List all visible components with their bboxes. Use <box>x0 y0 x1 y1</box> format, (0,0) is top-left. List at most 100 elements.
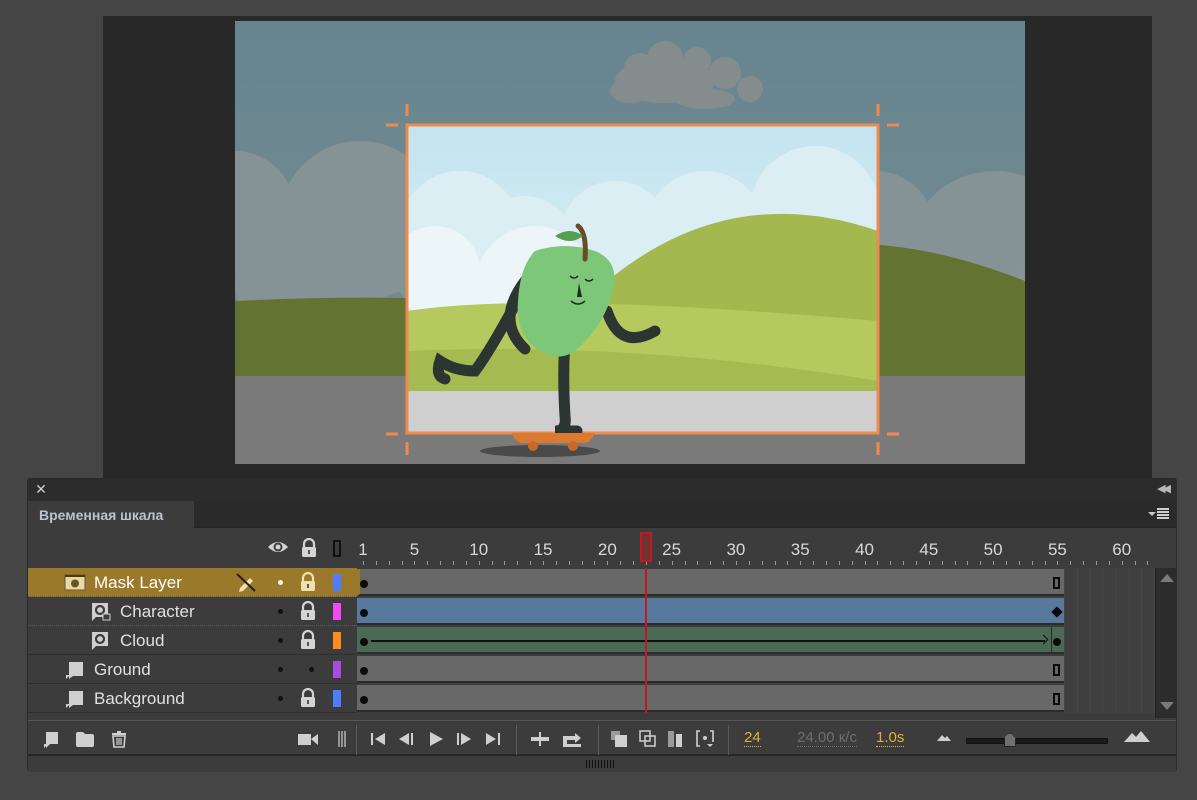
ruler-tick <box>633 561 635 565</box>
layer-color-swatch[interactable] <box>333 690 341 707</box>
onion-skin-outlines-button[interactable] <box>639 730 657 748</box>
ruler-tick <box>710 561 712 565</box>
visibility-toggle[interactable] <box>278 580 283 585</box>
zoom-in-button[interactable] <box>1123 729 1151 747</box>
layer-row[interactable]: Cloud <box>28 626 357 655</box>
end-frame-marker[interactable] <box>1053 693 1061 705</box>
timeline-toolbar: 24 24.00 к/с 1.0s <box>28 720 1176 756</box>
trash-icon <box>112 731 126 748</box>
lock-toggle[interactable] <box>309 667 314 672</box>
layer-depth-button[interactable] <box>337 730 347 748</box>
visibility-toggle[interactable] <box>278 667 283 672</box>
lock-icon[interactable] <box>299 687 317 708</box>
frame-row[interactable] <box>357 655 1155 684</box>
layer-color-swatch[interactable] <box>333 603 341 620</box>
layer-name[interactable]: Mask Layer <box>94 573 182 593</box>
layer-name[interactable]: Character <box>120 602 195 622</box>
animate-workspace: ✕ ◀◀ Временная шкала 1 5 10 15 20 25 30 35 4 <box>0 0 1197 800</box>
new-folder-button[interactable] <box>75 730 95 748</box>
playhead-handle[interactable] <box>639 532 652 562</box>
mountain-small-icon <box>937 735 951 741</box>
go-to-first-frame-button[interactable] <box>369 730 387 748</box>
resize-grip-icon[interactable] <box>586 760 616 768</box>
loop-button[interactable] <box>561 730 583 748</box>
outline-icon[interactable] <box>333 540 341 557</box>
collapse-panel-icon[interactable]: ◀◀ <box>1157 482 1171 495</box>
tab-timeline[interactable]: Временная шкала <box>28 501 194 529</box>
zoom-out-button[interactable] <box>936 732 952 750</box>
frame-row[interactable] <box>357 597 1155 626</box>
lock-icon[interactable] <box>299 600 317 621</box>
layer-row[interactable]: Character <box>28 597 357 626</box>
keyframe[interactable] <box>360 580 368 588</box>
close-icon[interactable]: ✕ <box>34 482 48 496</box>
ruler-tick <box>530 561 532 565</box>
panel-tab-bar: Временная шкала <box>28 501 1176 529</box>
layer-color-swatch[interactable] <box>333 661 341 678</box>
vertical-scrollbar[interactable] <box>1155 568 1176 718</box>
insert-frame-button[interactable] <box>530 730 550 748</box>
layer-icon <box>64 660 84 679</box>
visibility-toggle[interactable] <box>278 696 283 701</box>
end-frame-marker[interactable] <box>1053 577 1061 589</box>
timeline-zoom-slider[interactable] <box>966 733 1108 747</box>
ruler-label: 30 <box>726 540 746 559</box>
keyframe[interactable] <box>360 696 368 704</box>
onion-skin-button[interactable] <box>610 730 628 748</box>
delete-layer-button[interactable] <box>110 730 128 748</box>
layer-name[interactable]: Cloud <box>120 631 164 651</box>
zoom-slider-knob[interactable] <box>1003 733 1016 747</box>
keyframe[interactable] <box>360 638 368 646</box>
ruler-tick <box>903 561 905 565</box>
ruler-tick <box>465 561 467 565</box>
ruler-tick <box>555 561 557 565</box>
camera-button[interactable] <box>297 730 319 748</box>
frame-span[interactable] <box>357 685 1064 712</box>
visibility-toggle[interactable] <box>278 609 283 614</box>
lock-icon[interactable] <box>299 629 317 650</box>
layer-row[interactable]: Background <box>28 684 357 713</box>
pencil-locked-icon[interactable] <box>235 571 257 593</box>
layer-color-swatch[interactable] <box>333 632 341 649</box>
keyframe[interactable] <box>360 609 368 617</box>
modify-markers-button[interactable] <box>695 730 715 748</box>
frame-span[interactable] <box>357 656 1064 683</box>
stage-canvas[interactable] <box>235 21 1025 464</box>
frame-ruler[interactable]: 1 5 10 15 20 25 30 35 40 45 50 55 60 <box>357 528 1157 568</box>
layer-row[interactable]: Ground <box>28 655 357 684</box>
frame-span[interactable] <box>357 598 1064 625</box>
masked-layer-icon <box>90 631 110 650</box>
ruler-tick <box>851 561 853 565</box>
layer-name[interactable]: Background <box>94 689 185 709</box>
scroll-down-icon[interactable] <box>1160 702 1174 710</box>
new-layer-button[interactable] <box>42 730 60 748</box>
tween-arrow <box>371 640 1045 642</box>
layer-row[interactable]: Mask Layer <box>28 568 357 597</box>
eye-icon[interactable] <box>267 538 289 556</box>
lock-icon[interactable] <box>300 538 318 558</box>
elapsed-time-field[interactable]: 1.0s <box>876 729 905 747</box>
edit-multiple-frames-button[interactable] <box>666 730 684 748</box>
visibility-toggle[interactable] <box>278 638 283 643</box>
ruler-tick <box>877 561 879 565</box>
end-frame-marker[interactable] <box>1053 664 1061 676</box>
layer-color-swatch[interactable] <box>333 574 341 591</box>
current-frame-field[interactable]: 24 <box>744 729 761 747</box>
ruler-tick <box>671 561 673 565</box>
lock-icon[interactable] <box>299 571 317 592</box>
scroll-up-icon[interactable] <box>1160 574 1174 582</box>
frame-rate-field[interactable]: 24.00 к/с <box>797 729 857 747</box>
step-forward-button[interactable] <box>455 730 473 748</box>
play-button[interactable] <box>427 730 445 748</box>
frame-span[interactable] <box>357 569 1064 596</box>
go-to-last-frame-button[interactable] <box>484 730 502 748</box>
frame-row[interactable] <box>357 568 1155 597</box>
frame-row[interactable] <box>357 626 1155 655</box>
keyframe[interactable] <box>360 667 368 675</box>
frame-grid[interactable] <box>357 568 1155 713</box>
frame-row[interactable] <box>357 684 1155 713</box>
step-back-button[interactable] <box>397 730 415 748</box>
panel-menu-icon[interactable] <box>1148 507 1170 521</box>
frame-rate-unit: к/с <box>838 729 857 746</box>
layer-name[interactable]: Ground <box>94 660 151 680</box>
